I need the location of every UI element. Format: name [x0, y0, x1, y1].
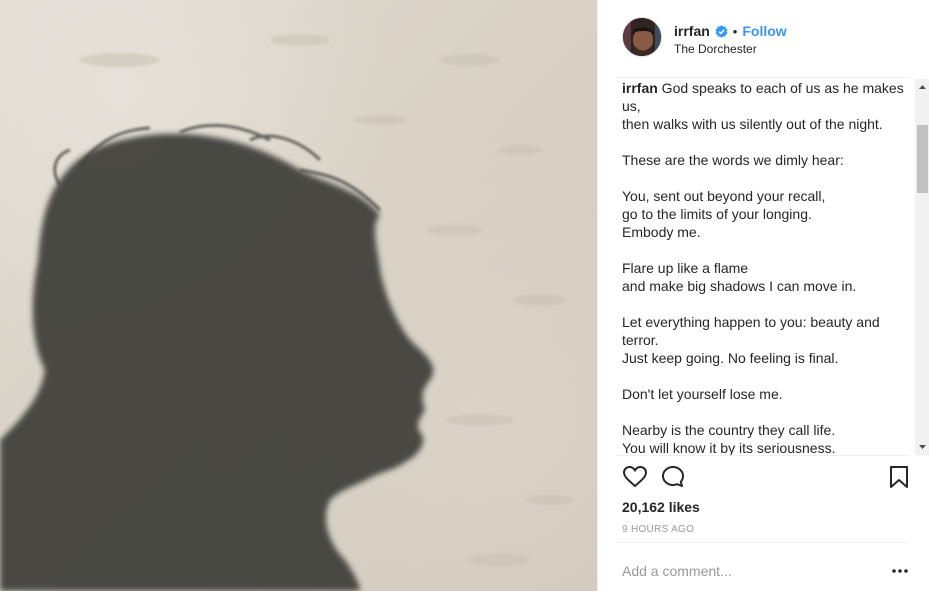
comment-icon[interactable]: [660, 464, 686, 490]
scrollbar-thumb[interactable]: [917, 125, 928, 193]
caption-username-link[interactable]: irrfan: [622, 80, 658, 96]
action-bar: [622, 464, 912, 490]
scroll-up-arrow-icon[interactable]: [915, 79, 929, 95]
caption-body: God speaks to each of us as he makes us,…: [622, 80, 904, 455]
timestamp[interactable]: 9 HOURS AGO: [622, 524, 694, 535]
caption-scrollbar[interactable]: [915, 79, 929, 455]
more-options-icon[interactable]: [890, 564, 910, 578]
caption-text: irrfan God speaks to each of us as he ma…: [622, 79, 912, 455]
likes-count[interactable]: 20,162 likes: [622, 499, 700, 515]
heart-icon[interactable]: [622, 464, 648, 490]
username-row: irrfan • Follow: [674, 22, 787, 40]
follow-button[interactable]: Follow: [742, 23, 786, 39]
shadow-silhouette: [0, 34, 574, 591]
location-link[interactable]: The Dorchester: [674, 42, 757, 56]
avatar-image: [623, 18, 661, 56]
caption-scroll-area[interactable]: irrfan God speaks to each of us as he ma…: [622, 79, 912, 455]
comment-input[interactable]: [622, 560, 872, 582]
post-details-panel: irrfan • Follow The Dorchester irrfan Go…: [597, 0, 929, 591]
divider: [616, 542, 909, 543]
username-link[interactable]: irrfan: [674, 23, 710, 39]
post-image[interactable]: [0, 0, 597, 591]
scroll-down-arrow-icon[interactable]: [915, 439, 929, 455]
divider: [616, 77, 910, 78]
divider: [616, 455, 909, 456]
bookmark-icon[interactable]: [886, 464, 912, 490]
verified-badge-icon: [715, 24, 728, 38]
separator-dot: •: [732, 23, 738, 39]
post-header: irrfan • Follow The Dorchester: [598, 0, 929, 78]
avatar[interactable]: [622, 17, 662, 57]
